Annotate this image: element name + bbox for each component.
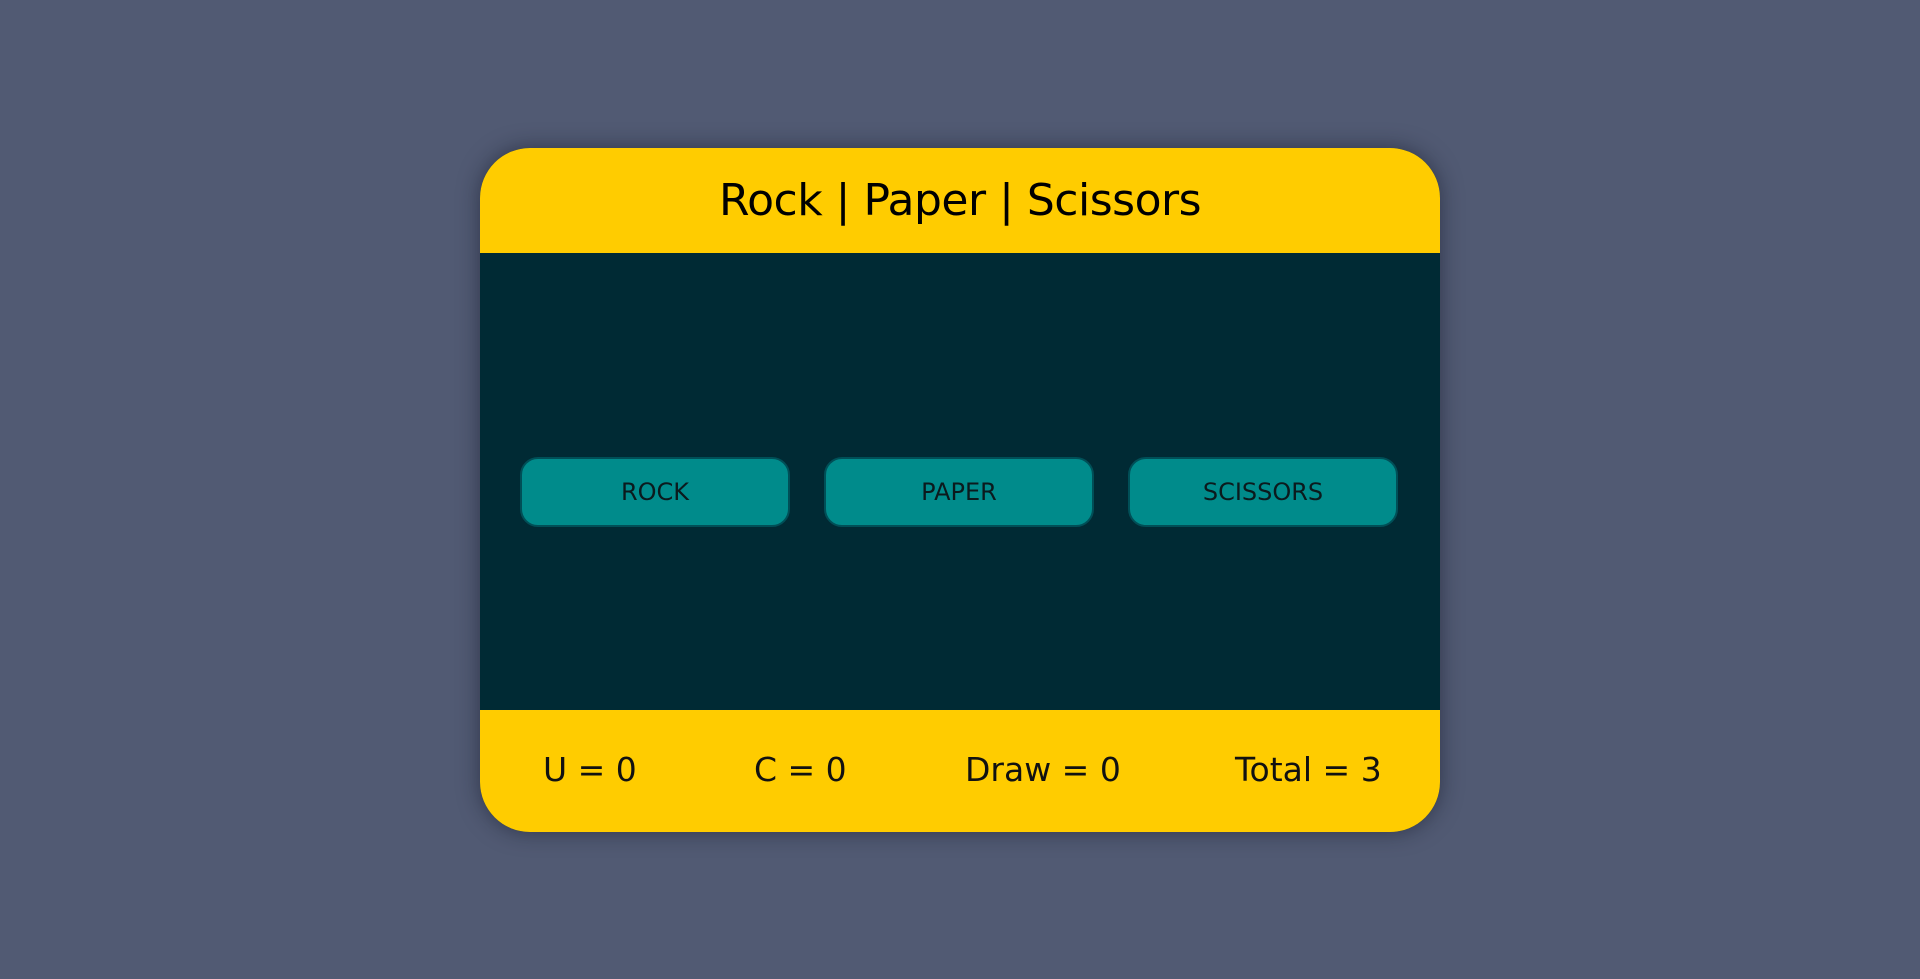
paper-button[interactable]: PAPER [824,457,1094,527]
game-card: Rock | Paper | Scissors ROCK PAPER SCISS… [480,148,1440,832]
rock-button[interactable]: ROCK [520,457,790,527]
scissors-button[interactable]: SCISSORS [1128,457,1398,527]
draw-score: Draw = 0 [965,750,1121,789]
total-rounds: Total = 3 [1235,750,1382,789]
game-title: Rock | Paper | Scissors [718,175,1202,226]
header-bar: Rock | Paper | Scissors [480,148,1440,253]
game-stage: ROCK PAPER SCISSORS [480,253,1440,710]
scoreboard: U = 0 C = 0 Draw = 0 Total = 3 [480,710,1440,832]
computer-score: C = 0 [754,750,847,789]
user-score: U = 0 [543,750,637,789]
